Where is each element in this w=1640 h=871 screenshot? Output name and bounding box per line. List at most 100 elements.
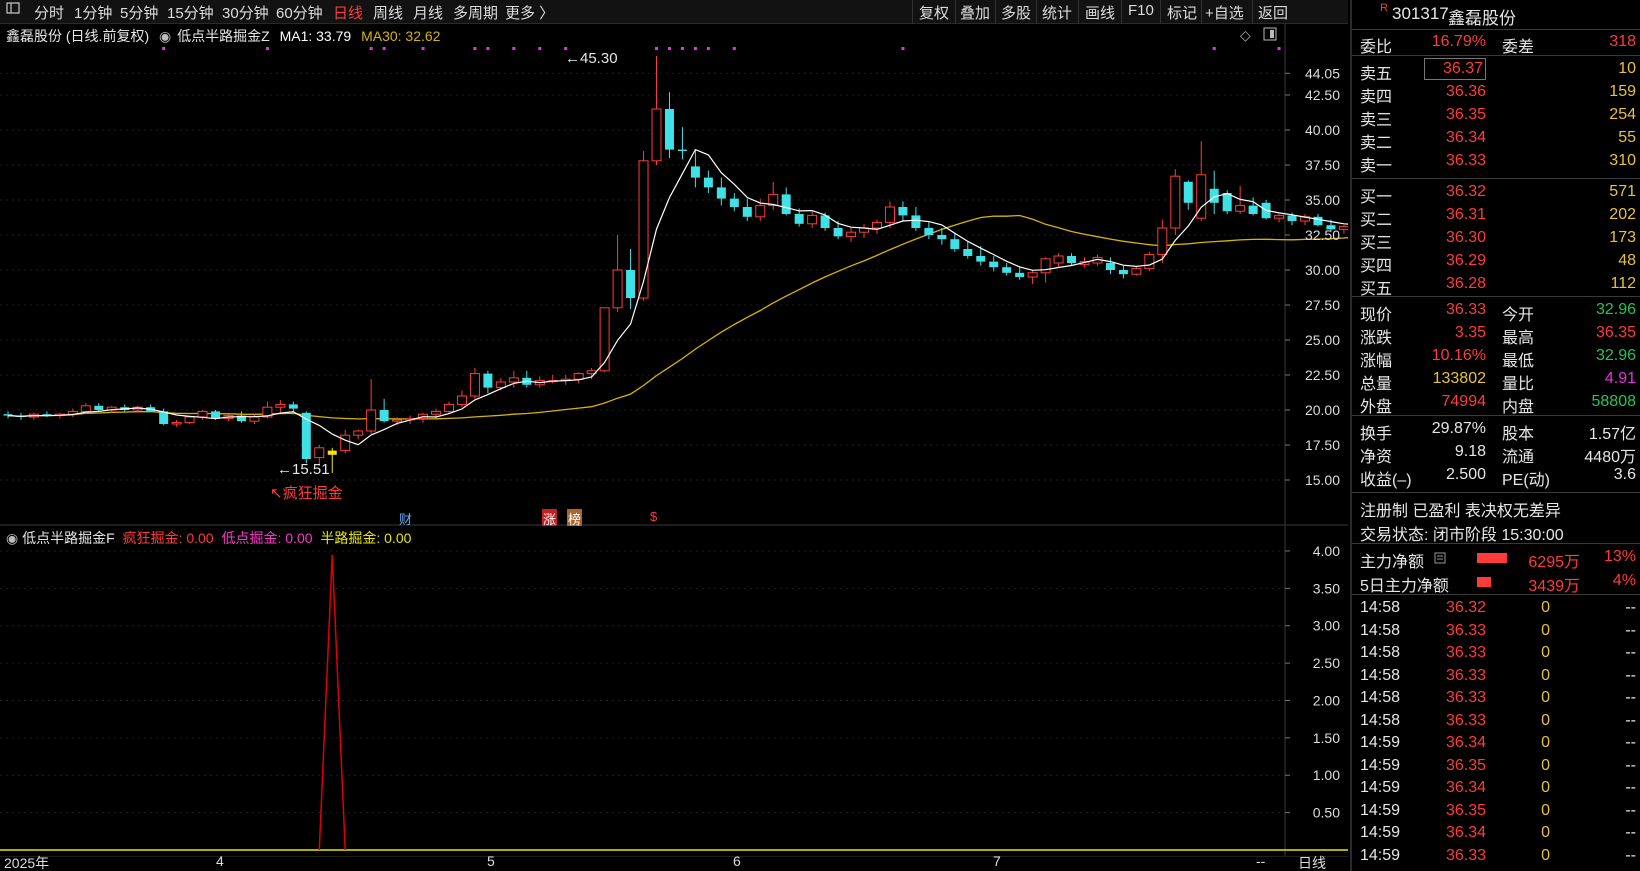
tab-more[interactable]: 更多 〉 xyxy=(505,2,554,23)
signal-dot xyxy=(706,47,710,50)
tick-volume: 0 xyxy=(1541,779,1550,796)
indicator-panel-name[interactable]: 低点半路掘金F xyxy=(22,530,115,546)
ask-row: 卖一 36.33 310 xyxy=(1352,150,1640,175)
five-day-label: 5日主力净额 xyxy=(1360,578,1449,595)
ask-price[interactable]: 36.35 xyxy=(1424,106,1486,124)
candle-body xyxy=(612,269,623,309)
candle-body xyxy=(1222,193,1232,212)
tab-monthly[interactable]: 月线 xyxy=(413,2,443,23)
main-net-row[interactable]: 主力净额 6295万 13% xyxy=(1352,546,1640,571)
signal-label: 疯狂掘金 xyxy=(282,485,343,502)
ask-price[interactable]: 36.34 xyxy=(1424,129,1486,147)
candlestick-chart[interactable]: 44.05 42.50 40.00 37.50 35.00 32.50 30.00 27.50… xyxy=(0,24,1437,528)
tick-direction: -- xyxy=(1625,846,1636,864)
tab-30min[interactable]: 30分钟 xyxy=(222,2,269,23)
tick-direction: -- xyxy=(1625,824,1636,841)
indicator-chart[interactable]: 4.00 3.50 3.00 2.50 2.00 1.50 1.00 0.50 ◉ 低点半路掘… xyxy=(0,526,1370,858)
mark-button[interactable]: 标记 xyxy=(1167,2,1197,23)
tab-weekly[interactable]: 周线 xyxy=(373,2,403,23)
candlestick-svg[interactable]: 44.05 42.50 40.00 37.50 35.00 32.50 30.00 27.50… xyxy=(0,24,1437,526)
overlay-button[interactable]: 叠加 xyxy=(960,2,990,23)
bid-price[interactable]: 36.29 xyxy=(1424,252,1486,270)
time-label-may: 5 xyxy=(487,853,495,869)
indicator-y-tick-label: 3.00 xyxy=(1313,618,1340,634)
tick-time: 14:58 xyxy=(1360,644,1401,661)
quote-value: 3.35 xyxy=(1454,324,1486,341)
candle-body xyxy=(1313,216,1323,226)
candle-body xyxy=(1053,255,1064,264)
bid-volume: 173 xyxy=(1609,229,1636,246)
candle-body xyxy=(626,270,636,298)
back-button[interactable]: 返回 xyxy=(1258,2,1288,23)
tick-direction: -- xyxy=(1625,756,1636,774)
candle-body xyxy=(690,166,700,178)
tab-60min[interactable]: 60分钟 xyxy=(276,2,323,23)
ask-volume: 159 xyxy=(1609,83,1636,100)
draw-line-button[interactable]: 画线 xyxy=(1085,2,1115,23)
candle-body xyxy=(483,373,493,388)
ask-price[interactable]: 36.37 xyxy=(1424,58,1486,80)
fundamental-value: 3.6 xyxy=(1613,466,1636,483)
tick-row: 14:59 36.34 0 -- xyxy=(1352,777,1640,801)
bid-volume: 571 xyxy=(1609,183,1636,200)
legend-toggle-icon[interactable]: ◉ xyxy=(159,28,171,44)
candle-body xyxy=(703,177,713,188)
indicator-name[interactable]: 低点半路掘金Z xyxy=(177,28,270,44)
window-toggle-icon[interactable] xyxy=(1263,27,1277,44)
tick-price: 36.34 xyxy=(1445,824,1486,841)
bid-row: 买一 36.32 571 xyxy=(1352,181,1640,206)
indicator-svg[interactable]: 4.00 3.50 3.00 2.50 2.00 1.50 1.00 0.50 xyxy=(0,526,1370,858)
main-net-detail-icon[interactable] xyxy=(1434,551,1446,569)
candle-body xyxy=(1248,205,1258,214)
period-label[interactable]: 日线 xyxy=(1298,853,1326,871)
bid-price[interactable]: 36.28 xyxy=(1424,275,1486,293)
candle-body xyxy=(976,256,986,262)
indicator-y-tick-label: 1.50 xyxy=(1313,730,1340,746)
tick-price: 36.32 xyxy=(1445,599,1486,616)
tab-daily[interactable]: 日线 xyxy=(333,2,363,23)
candle-body xyxy=(1144,254,1155,270)
bid-price[interactable]: 36.30 xyxy=(1424,229,1486,247)
tick-volume: 0 xyxy=(1541,846,1550,864)
stats-button[interactable]: 统计 xyxy=(1042,2,1072,23)
five-day-net-row[interactable]: 5日主力净额 3439万 4% xyxy=(1352,570,1640,595)
fundamental-value: 2.500 xyxy=(1445,466,1486,483)
tab-1min[interactable]: 1分钟 xyxy=(74,2,112,23)
ask-price[interactable]: 36.33 xyxy=(1424,152,1486,170)
candle-body xyxy=(664,109,674,150)
bid-price[interactable]: 36.32 xyxy=(1424,183,1486,201)
indicator-y-tick-label: 4.00 xyxy=(1313,543,1340,559)
diamond-icon[interactable]: ◇ xyxy=(1240,27,1251,44)
tick-volume: 0 xyxy=(1541,599,1550,616)
tick-volume: 0 xyxy=(1541,621,1550,639)
ask-volume: 254 xyxy=(1609,106,1636,123)
tab-multi-period[interactable]: 多周期 xyxy=(453,2,498,23)
menu-icon[interactable] xyxy=(6,1,20,19)
bid-price[interactable]: 36.31 xyxy=(1424,206,1486,224)
fundamental-row: 净资 9.18 流通 4480万 xyxy=(1352,441,1640,466)
candle-body xyxy=(573,373,584,380)
f10-button[interactable]: F10 xyxy=(1128,2,1154,19)
tick-direction: -- xyxy=(1625,621,1636,639)
indicator-y-tick-label: 2.50 xyxy=(1313,655,1340,671)
ask-price[interactable]: 36.36 xyxy=(1424,83,1486,101)
time-label-jun: 6 xyxy=(733,853,741,869)
fuquan-button[interactable]: 复权 xyxy=(919,2,949,23)
multi-stock-button[interactable]: 多股 xyxy=(1001,2,1031,23)
tick-direction: -- xyxy=(1625,779,1636,796)
signal-dot xyxy=(369,47,373,50)
candle-body xyxy=(1338,226,1349,230)
tab-fenshi[interactable]: 分时 xyxy=(34,2,64,23)
quote-label: 内盘 xyxy=(1502,399,1535,416)
time-axis: 2025年 4 5 6 7 -- 日线 xyxy=(0,853,1348,871)
candle-body xyxy=(846,231,857,237)
y-tick-label: 22.50 xyxy=(1305,367,1340,383)
quote-value: 133802 xyxy=(1432,370,1486,387)
candle-body xyxy=(94,405,104,410)
tab-5min[interactable]: 5分钟 xyxy=(120,2,158,23)
y-tick-label: 25.00 xyxy=(1305,332,1340,348)
dollar-marker[interactable]: $ xyxy=(650,509,657,524)
add-watchlist-button[interactable]: +自选 xyxy=(1205,2,1244,23)
indicator-toggle-icon[interactable]: ◉ xyxy=(6,530,18,546)
tab-15min[interactable]: 15分钟 xyxy=(167,2,214,23)
